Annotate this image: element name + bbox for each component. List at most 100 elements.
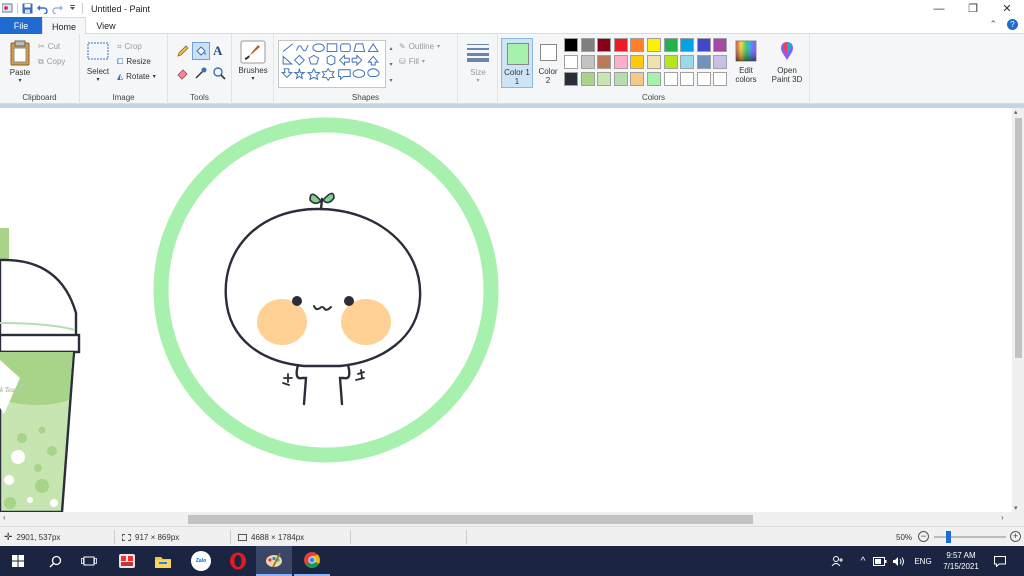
palette-swatch[interactable]: [696, 38, 711, 52]
zoom-in-icon[interactable]: +: [1010, 531, 1021, 542]
save-icon[interactable]: [22, 3, 33, 14]
notifications-icon[interactable]: [990, 546, 1010, 576]
palette-swatch[interactable]: [613, 55, 628, 69]
close-button[interactable]: ✕: [990, 0, 1024, 17]
task-view-icon[interactable]: [72, 546, 106, 576]
palette-swatch[interactable]: [613, 38, 628, 52]
palette-swatch[interactable]: [663, 38, 678, 52]
palette-swatch[interactable]: [564, 72, 578, 86]
windows-start-icon[interactable]: [0, 546, 36, 576]
open-paint3d-button[interactable]: Open Paint 3D: [768, 40, 806, 84]
palette-swatch[interactable]: [580, 72, 595, 86]
resize-button[interactable]: ⧠ Resize: [117, 54, 156, 69]
palette-swatch[interactable]: [597, 55, 612, 69]
paste-icon: [10, 40, 30, 66]
palette-swatch[interactable]: [597, 38, 612, 52]
tab-view[interactable]: View: [90, 17, 122, 34]
color2-button[interactable]: Color 2: [535, 38, 561, 88]
pencil-icon[interactable]: [176, 44, 190, 58]
tab-home[interactable]: Home: [42, 17, 86, 35]
language-indicator[interactable]: ENG: [910, 546, 936, 576]
volume-icon[interactable]: [890, 546, 906, 576]
palette-swatch[interactable]: [613, 72, 628, 86]
horizontal-scrollbar[interactable]: ‹ ›: [0, 512, 1024, 526]
undo-icon[interactable]: [37, 3, 48, 15]
vertical-scrollbar[interactable]: ▴ ▾: [1012, 108, 1024, 512]
select-button[interactable]: Select ▾: [84, 42, 112, 85]
text-tool-icon[interactable]: A: [213, 43, 222, 59]
canvas-area[interactable]: k Tea: [0, 108, 1012, 512]
palette-swatch[interactable]: [580, 55, 595, 69]
vertical-scroll-thumb[interactable]: [1015, 118, 1022, 358]
redo-icon[interactable]: [52, 3, 63, 15]
palette-swatch[interactable]: [713, 72, 728, 86]
palette-swatch[interactable]: [713, 38, 728, 52]
palette-swatch[interactable]: [696, 55, 711, 69]
color1-button[interactable]: Color 1 1: [501, 38, 533, 88]
fill-icon: ⛁: [399, 57, 406, 66]
search-icon[interactable]: [38, 546, 72, 576]
palette-swatch[interactable]: [630, 72, 645, 86]
palette-swatch[interactable]: [680, 72, 695, 86]
collapse-ribbon-icon[interactable]: ⌃: [989, 19, 997, 30]
palette-swatch[interactable]: [663, 55, 678, 69]
clock[interactable]: 9:57 AM 7/15/2021: [938, 546, 984, 576]
horizontal-scroll-thumb[interactable]: [188, 515, 753, 524]
shapes-scroll[interactable]: ▴ ▾ ▾: [387, 40, 395, 88]
palette-swatch[interactable]: [680, 55, 695, 69]
palette-swatch[interactable]: [564, 55, 578, 69]
color-picker-icon[interactable]: [194, 66, 208, 80]
paint-app-icon[interactable]: [1, 3, 13, 14]
rotate-button[interactable]: ◭ Rotate ▾: [117, 69, 156, 84]
tab-file[interactable]: File: [0, 17, 42, 34]
zoom-slider[interactable]: [934, 531, 1006, 543]
zoom-out-icon[interactable]: −: [918, 531, 929, 542]
crop-button[interactable]: ⌗ Crop: [117, 39, 156, 54]
palette-swatch[interactable]: [597, 72, 612, 86]
copy-button[interactable]: ⧉ Copy: [38, 54, 65, 69]
size-group: Size ▾: [458, 34, 498, 104]
palette-swatch[interactable]: [680, 38, 695, 52]
paste-button[interactable]: Paste ▾: [6, 40, 34, 86]
help-icon[interactable]: ?: [1007, 19, 1018, 30]
zalo-icon[interactable]: Zalo: [184, 546, 218, 576]
shapes-group: ▴ ▾ ▾ ✎ Outline ▾ ⛁ Fill ▾ Shapes: [274, 34, 458, 104]
palette-swatch[interactable]: [630, 38, 645, 52]
cut-button[interactable]: ✂ Cut: [38, 39, 65, 54]
size-button[interactable]: Size ▾: [462, 42, 494, 86]
customize-qat-icon[interactable]: [67, 3, 78, 14]
scroll-up-icon[interactable]: ▴: [1014, 108, 1018, 116]
zoom-slider-thumb[interactable]: [946, 531, 952, 543]
palette-swatch[interactable]: [696, 72, 711, 86]
palette-swatch[interactable]: [713, 55, 728, 69]
chrome-icon[interactable]: [294, 546, 330, 576]
palette-swatch[interactable]: [647, 55, 661, 69]
drawing-canvas[interactable]: k Tea: [0, 108, 1012, 512]
palette-swatch[interactable]: [647, 72, 661, 86]
magnifier-icon[interactable]: [212, 66, 226, 80]
battery-icon[interactable]: [872, 546, 888, 576]
paint-icon[interactable]: [256, 546, 292, 576]
palette-swatch[interactable]: [580, 38, 595, 52]
restore-button[interactable]: ❐: [956, 0, 990, 17]
edit-colors-button[interactable]: Edit colors: [732, 40, 760, 84]
palette-swatch[interactable]: [564, 38, 578, 52]
file-explorer-icon[interactable]: [146, 546, 180, 576]
brushes-button[interactable]: Brushes ▾: [234, 40, 272, 84]
palette-swatch[interactable]: [663, 72, 678, 86]
minimize-button[interactable]: —: [922, 0, 956, 17]
scroll-down-icon[interactable]: ▾: [1014, 504, 1018, 512]
shapes-gallery[interactable]: [278, 40, 386, 88]
eraser-icon[interactable]: [176, 66, 190, 80]
chevron-up-icon[interactable]: ^: [856, 546, 870, 576]
opera-icon[interactable]: [220, 546, 256, 576]
fill-button[interactable]: ⛁ Fill ▾: [399, 54, 440, 69]
scroll-left-icon[interactable]: ‹: [3, 513, 6, 522]
palette-swatch[interactable]: [630, 55, 645, 69]
people-icon[interactable]: [828, 546, 846, 576]
scroll-right-icon[interactable]: ›: [1001, 513, 1004, 522]
app-icon[interactable]: [110, 546, 144, 576]
outline-button[interactable]: ✎ Outline ▾: [399, 39, 440, 54]
palette-swatch[interactable]: [647, 38, 661, 52]
fill-tool-button[interactable]: [192, 42, 210, 60]
